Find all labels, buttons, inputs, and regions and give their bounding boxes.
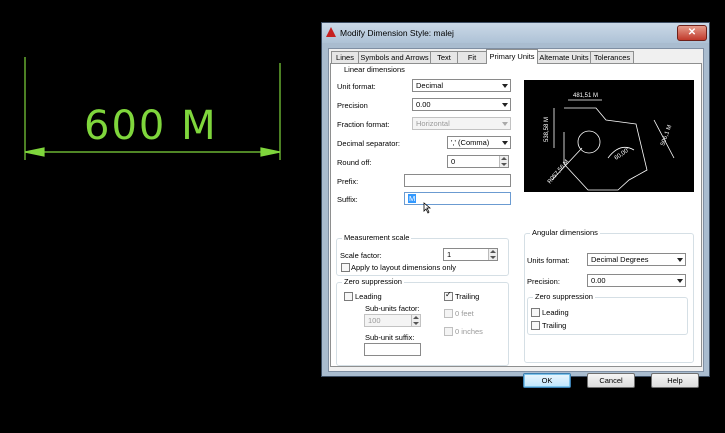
dialog-client: Lines Symbols and Arrows Text Fit Primar… xyxy=(328,48,704,388)
unit-format-select[interactable]: Decimal xyxy=(412,79,511,92)
dimension-arrow-right xyxy=(260,147,281,157)
fraction-format-select[interactable]: Horizontal xyxy=(412,117,511,130)
round-off-input[interactable]: 0 xyxy=(447,155,509,168)
trailing-label: Trailing xyxy=(455,292,480,301)
preview-dim-text-angle: 60,00° xyxy=(614,146,632,161)
prefix-input[interactable] xyxy=(404,174,511,187)
precision-select[interactable]: 0.00 xyxy=(412,98,511,111)
prefix-label: Prefix: xyxy=(337,177,359,186)
unit-format-label: Unit format: xyxy=(337,82,376,91)
apply-layout-checkbox[interactable] xyxy=(341,263,350,272)
zero-inches-label: 0 inches xyxy=(455,327,483,336)
tab-fit[interactable]: Fit xyxy=(457,51,487,63)
angular-units-format-value: Decimal Degrees xyxy=(591,255,649,264)
precision-value: 0.00 xyxy=(416,100,431,109)
chevron-down-icon xyxy=(677,279,683,283)
angular-zero-suppression-title: Zero suppression xyxy=(533,292,595,301)
angular-precision-select[interactable]: 0.00 xyxy=(587,274,686,287)
unit-format-value: Decimal xyxy=(416,81,444,90)
autocad-logo-icon xyxy=(326,27,336,37)
spinner-icon[interactable] xyxy=(411,315,420,326)
leading-label: Leading xyxy=(355,292,382,301)
zero-suppression-title: Zero suppression xyxy=(342,277,404,286)
angular-trailing-label: Trailing xyxy=(542,321,567,330)
spinner-icon[interactable] xyxy=(499,156,508,167)
apply-layout-label: Apply to layout dimensions only xyxy=(351,263,457,272)
angular-leading-label: Leading xyxy=(542,308,569,317)
decimal-separator-label: Decimal separator: xyxy=(337,139,400,148)
primary-units-panel: Linear dimensions Unit format: Decimal P… xyxy=(330,63,702,367)
preview-drawing: 481,51 M 538,58 M 506,1 M 60,00° R057,56… xyxy=(544,93,675,191)
cancel-button[interactable]: Cancel xyxy=(587,373,635,388)
angular-units-format-select[interactable]: Decimal Degrees xyxy=(587,253,686,266)
zero-feet-checkbox[interactable] xyxy=(444,309,453,318)
measurement-scale-title: Measurement scale xyxy=(342,233,412,242)
sub-units-factor-value: 100 xyxy=(368,316,381,325)
suffix-input[interactable]: M xyxy=(404,192,511,205)
scale-factor-value: 1 xyxy=(447,250,452,259)
angular-dimensions-title: Angular dimensions xyxy=(530,228,600,237)
tab-alternate-units[interactable]: Alternate Units xyxy=(537,51,591,63)
ok-button[interactable]: OK xyxy=(523,373,571,388)
close-button[interactable]: ✕ xyxy=(677,25,707,41)
scale-factor-label: Scale factor: xyxy=(340,251,382,260)
chevron-down-icon xyxy=(502,84,508,88)
preview-dim-text-top: 481,51 M xyxy=(573,93,598,99)
sub-units-factor-input[interactable]: 100 xyxy=(364,314,421,327)
chevron-down-icon xyxy=(502,141,508,145)
help-button[interactable]: Help xyxy=(651,373,699,388)
suffix-label: Suffix: xyxy=(337,195,358,204)
tab-symbols-and-arrows[interactable]: Symbols and Arrows xyxy=(358,51,431,63)
dimension-text[interactable]: 600 M xyxy=(84,102,218,150)
sub-units-factor-label: Sub-units factor: xyxy=(365,304,420,313)
tab-text[interactable]: Text xyxy=(430,51,458,63)
suffix-value: M xyxy=(408,194,417,203)
precision-label: Precision xyxy=(337,101,368,110)
angular-units-format-label: Units format: xyxy=(527,256,570,265)
round-off-value: 0 xyxy=(451,157,456,166)
scale-factor-input[interactable]: 1 xyxy=(443,248,498,261)
tab-lines[interactable]: Lines xyxy=(331,51,359,63)
angular-precision-label: Precision: xyxy=(527,277,560,286)
text-cursor-icon xyxy=(423,202,431,214)
zero-inches-checkbox[interactable] xyxy=(444,327,453,336)
fraction-format-label: Fraction format: xyxy=(337,120,390,129)
dimension-preview: 481,51 M 538,58 M 506,1 M 60,00° R057,56… xyxy=(524,80,694,192)
dialog-title: Modify Dimension Style: malej xyxy=(340,28,454,38)
preview-dim-text-left: 538,58 M xyxy=(544,117,550,142)
dimension-arrow-left xyxy=(24,147,45,157)
trailing-checkbox[interactable] xyxy=(444,290,453,301)
sub-unit-suffix-label: Sub-unit suffix: xyxy=(365,333,415,342)
tab-primary-units[interactable]: Primary Units xyxy=(486,49,538,64)
dialog-titlebar[interactable]: Modify Dimension Style: malej ✕ xyxy=(322,23,709,43)
angular-precision-value: 0.00 xyxy=(591,276,606,285)
spinner-icon[interactable] xyxy=(488,249,497,260)
chevron-down-icon xyxy=(502,122,508,126)
decimal-separator-value: ',' (Comma) xyxy=(451,138,490,147)
fraction-format-value: Horizontal xyxy=(416,119,450,128)
linear-dimensions-title: Linear dimensions xyxy=(342,65,407,74)
chevron-down-icon xyxy=(677,258,683,262)
leading-checkbox[interactable] xyxy=(344,292,353,301)
angular-trailing-checkbox[interactable] xyxy=(531,321,540,330)
preview-part-outline xyxy=(563,107,648,191)
tab-tolerances[interactable]: Tolerances xyxy=(590,51,634,63)
modify-dimension-style-dialog: Modify Dimension Style: malej ✕ Lines Sy… xyxy=(321,22,710,388)
decimal-separator-select[interactable]: ',' (Comma) xyxy=(447,136,511,149)
round-off-label: Round off: xyxy=(337,158,372,167)
chevron-down-icon xyxy=(502,103,508,107)
preview-hole-circle xyxy=(577,130,601,154)
zero-feet-label: 0 feet xyxy=(455,309,474,318)
preview-dim-text-radius: R057,56 M xyxy=(547,159,570,185)
sub-unit-suffix-input[interactable] xyxy=(364,343,421,356)
angular-leading-checkbox[interactable] xyxy=(531,308,540,317)
